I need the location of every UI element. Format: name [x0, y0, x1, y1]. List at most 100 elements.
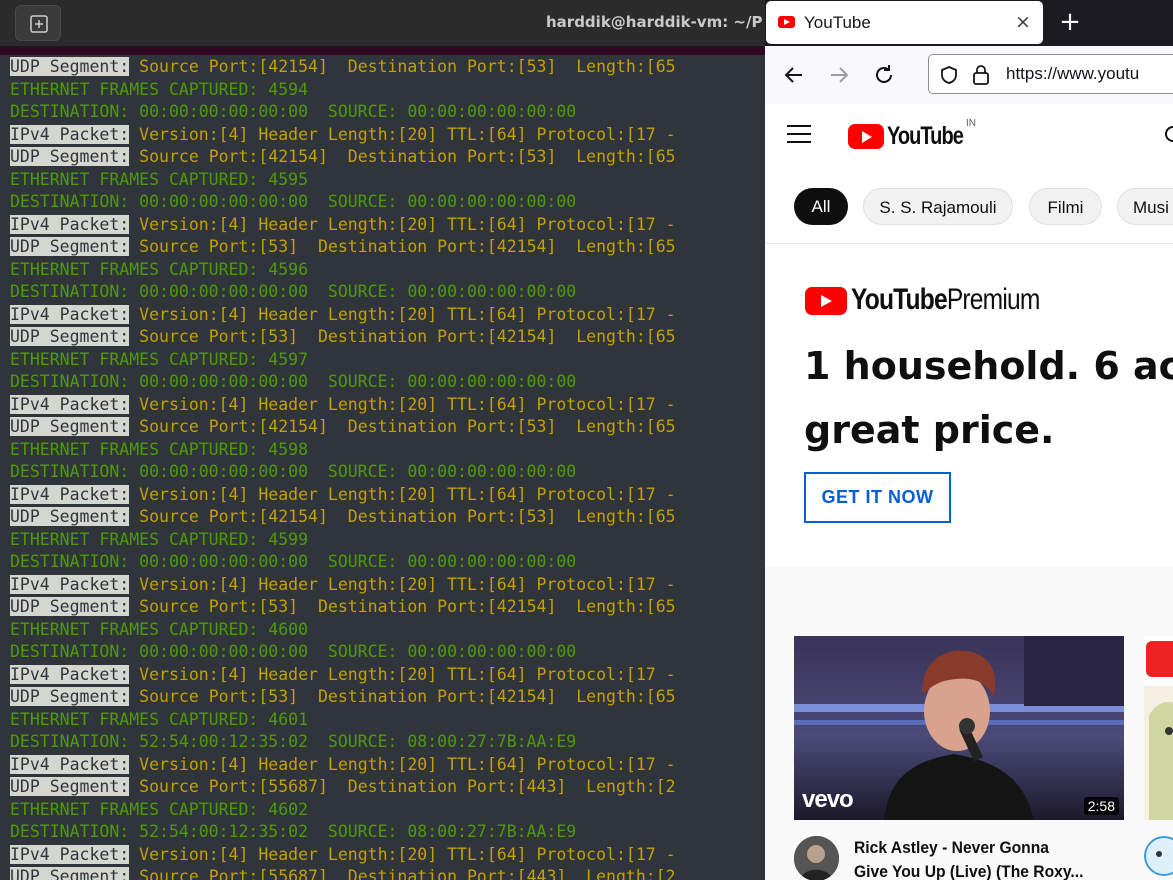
terminal-line: UDP Segment: Source Port:[42154] Destina… — [10, 146, 676, 169]
terminal-line-tag: UDP Segment: — [10, 597, 130, 616]
lock-icon[interactable] — [972, 64, 990, 86]
terminal-line: UDP Segment: Source Port:[53] Destinatio… — [10, 686, 676, 709]
search-icon[interactable] — [1165, 126, 1173, 142]
terminal-line: DESTINATION: 00:00:00:00:00:00 SOURCE: 0… — [10, 191, 676, 214]
terminal-line-tag: IPv4 Packet: — [10, 304, 130, 324]
terminal-line-text: DESTINATION: 00:00:00:00:00:00 SOURCE: 0… — [10, 642, 577, 661]
terminal-line-text: ETHERNET FRAMES CAPTURED: 4600 — [10, 619, 309, 639]
terminal-line-text: Source Port:[42154] Destination Port:[53… — [129, 147, 676, 166]
terminal-line-text: Version:[4] Header Length:[20] TTL:[64] … — [129, 304, 676, 324]
terminal-line-text: Source Port:[53] Destination Port:[42154… — [129, 687, 676, 706]
terminal-line-text: DESTINATION: 52:54:00:12:35:02 SOURCE: 0… — [10, 732, 577, 751]
reload-icon[interactable] — [871, 62, 897, 88]
promo-headline: 1 household. 6 acco great price. — [804, 344, 1173, 452]
new-tab-icon — [30, 15, 48, 33]
terminal-line: IPv4 Packet: Version:[4] Header Length:[… — [10, 214, 676, 237]
terminal-line-text: Source Port:[53] Destination Port:[42154… — [129, 237, 676, 256]
terminal-line: ETHERNET FRAMES CAPTURED: 4600 — [10, 619, 676, 642]
terminal-line-tag: IPv4 Packet: — [10, 664, 130, 684]
forward-arrow-icon[interactable] — [826, 62, 852, 88]
terminal-line-tag: IPv4 Packet: — [10, 214, 130, 234]
terminal-line-tag: IPv4 Packet: — [10, 484, 130, 504]
terminal-line-tag: UDP Segment: — [10, 777, 130, 796]
terminal-line-text: Source Port:[55687] Destination Port:[44… — [129, 867, 676, 880]
premium-word: Premium — [946, 283, 1040, 316]
terminal-line: UDP Segment: Source Port:[42154] Destina… — [10, 416, 676, 439]
terminal-line: ETHERNET FRAMES CAPTURED: 4596 — [10, 259, 676, 282]
terminal-line-text: Source Port:[42154] Destination Port:[53… — [129, 507, 676, 526]
terminal-line: IPv4 Packet: Version:[4] Header Length:[… — [10, 574, 676, 597]
youtube-logo-text[interactable]: YouTube — [887, 122, 964, 151]
terminal-line-text: Version:[4] Header Length:[20] TTL:[64] … — [129, 574, 676, 594]
terminal-line-text: ETHERNET FRAMES CAPTURED: 4596 — [10, 259, 309, 279]
terminal-line: UDP Segment: Source Port:[42154] Destina… — [10, 56, 676, 79]
hamburger-menu-icon[interactable] — [787, 125, 811, 145]
terminal-line-text: Version:[4] Header Length:[20] TTL:[64] … — [129, 844, 676, 864]
terminal-line: ETHERNET FRAMES CAPTURED: 4597 — [10, 349, 676, 372]
terminal-line: IPv4 Packet: Version:[4] Header Length:[… — [10, 124, 676, 147]
terminal-line-tag: UDP Segment: — [10, 237, 130, 256]
youtube-header: YouTube IN — [765, 104, 1173, 171]
terminal-line: DESTINATION: 00:00:00:00:00:00 SOURCE: 0… — [10, 551, 676, 574]
vevo-watermark: vevo — [802, 786, 854, 813]
terminal-line-text: Version:[4] Header Length:[20] TTL:[64] … — [129, 484, 676, 504]
url-text: https://www.youtu — [1006, 64, 1140, 83]
youtube-premium-logo-icon — [805, 287, 847, 315]
terminal-line-tag: UDP Segment: — [10, 687, 130, 706]
url-bar[interactable]: https://www.youtu — [928, 54, 1173, 94]
terminal-line: DESTINATION: 00:00:00:00:00:00 SOURCE: 0… — [10, 281, 676, 304]
terminal-line: ETHERNET FRAMES CAPTURED: 4601 — [10, 709, 676, 732]
video-thumbnail[interactable]: vevo 2:58 — [794, 636, 1124, 820]
terminal-line-text: Source Port:[53] Destination Port:[42154… — [129, 327, 676, 346]
terminal-line-text: Version:[4] Header Length:[20] TTL:[64] … — [129, 394, 676, 414]
back-arrow-icon[interactable] — [781, 62, 807, 88]
chip-filmi[interactable]: Filmi — [1029, 188, 1102, 225]
terminal-line: IPv4 Packet: Version:[4] Header Length:[… — [10, 754, 676, 777]
tab-close-button[interactable]: × — [1015, 11, 1031, 33]
avatar-image — [1144, 836, 1173, 876]
terminal-line-text: Version:[4] Header Length:[20] TTL:[64] … — [129, 664, 676, 684]
terminal-line: ETHERNET FRAMES CAPTURED: 4595 — [10, 169, 676, 192]
new-terminal-tab-button[interactable] — [15, 5, 61, 41]
shield-icon[interactable] — [939, 65, 959, 85]
terminal-line-text: DESTINATION: 00:00:00:00:00:00 SOURCE: 0… — [10, 282, 577, 301]
get-it-now-button[interactable]: GET IT NOW — [804, 472, 951, 523]
chip-bar: All S. S. Rajamouli Filmi Musi — [765, 170, 1173, 244]
terminal-line-tag: IPv4 Packet: — [10, 844, 130, 864]
terminal-line-text: DESTINATION: 00:00:00:00:00:00 SOURCE: 0… — [10, 462, 577, 481]
terminal-headerbar: harddik@harddik-vm: ~/P — [0, 0, 765, 47]
terminal-line-text: Source Port:[42154] Destination Port:[53… — [129, 417, 676, 436]
terminal-line: DESTINATION: 52:54:00:12:35:02 SOURCE: 0… — [10, 731, 676, 754]
terminal-line: UDP Segment: Source Port:[42154] Destina… — [10, 506, 676, 529]
new-tab-button[interactable]: + — [1055, 6, 1085, 38]
tab-youtube[interactable]: YouTube × — [766, 1, 1043, 44]
terminal-line-tag: UDP Segment: — [10, 417, 130, 436]
terminal-line: UDP Segment: Source Port:[53] Destinatio… — [10, 326, 676, 349]
terminal-window[interactable]: harddik@harddik-vm: ~/P UDP Segment: Sou… — [0, 0, 765, 880]
terminal-line: DESTINATION: 00:00:00:00:00:00 SOURCE: 0… — [10, 641, 676, 664]
terminal-line-tag: UDP Segment: — [10, 507, 130, 526]
terminal-line-tag: UDP Segment: — [10, 147, 130, 166]
terminal-line: DESTINATION: 00:00:00:00:00:00 SOURCE: 0… — [10, 461, 676, 484]
terminal-line: ETHERNET FRAMES CAPTURED: 4598 — [10, 439, 676, 462]
youtube-favicon-icon — [778, 16, 795, 28]
terminal-output[interactable]: UDP Segment: Source Port:[42154] Destina… — [0, 55, 765, 880]
video-title[interactable]: Rick Astley - Never Gonna Give You Up (L… — [854, 836, 1083, 880]
terminal-line-text: Source Port:[55687] Destination Port:[44… — [129, 777, 676, 796]
terminal-line-tag: UDP Segment: — [10, 327, 130, 346]
premium-promo: YouTubePremium 1 household. 6 acco great… — [765, 244, 1173, 566]
channel-avatar-partial[interactable] — [1144, 836, 1173, 876]
terminal-line-text: ETHERNET FRAMES CAPTURED: 4595 — [10, 169, 309, 189]
terminal-line-text: DESTINATION: 52:54:00:12:35:02 SOURCE: 0… — [10, 822, 577, 841]
terminal-line-text: ETHERNET FRAMES CAPTURED: 4601 — [10, 709, 309, 729]
chip-music[interactable]: Musi — [1117, 188, 1173, 225]
youtube-logo-icon[interactable] — [848, 124, 884, 149]
chip-ss-rajamouli[interactable]: S. S. Rajamouli — [863, 188, 1013, 225]
terminal-line: IPv4 Packet: Version:[4] Header Length:[… — [10, 844, 676, 867]
video-thumbnail-partial[interactable] — [1144, 636, 1173, 820]
channel-avatar[interactable] — [794, 836, 839, 880]
terminal-line-text: Version:[4] Header Length:[20] TTL:[64] … — [129, 124, 676, 144]
terminal-line-text: DESTINATION: 00:00:00:00:00:00 SOURCE: 0… — [10, 372, 577, 391]
terminal-title: harddik@harddik-vm: ~/P — [546, 13, 763, 31]
chip-all[interactable]: All — [794, 188, 848, 225]
